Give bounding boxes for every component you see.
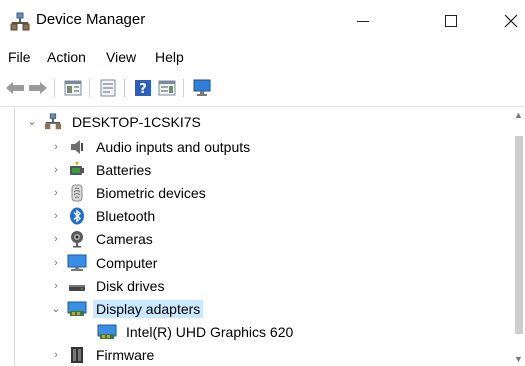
chevron-right-icon[interactable]: ›	[49, 187, 63, 199]
tree-item-bluetooth[interactable]: › Bluetooth	[49, 204, 158, 227]
disk-drive-icon	[67, 277, 87, 295]
menu-view[interactable]: View	[106, 49, 136, 65]
help-button[interactable]: ?	[132, 77, 154, 99]
tree-item-computer[interactable]: › Computer	[49, 251, 160, 274]
tree-item-cameras[interactable]: › Cameras	[49, 227, 156, 250]
back-arrow-icon	[6, 82, 24, 94]
scroll-up-icon[interactable]: ▲	[513, 110, 524, 120]
menu-action[interactable]: Action	[47, 49, 86, 65]
back-button[interactable]	[4, 77, 26, 99]
action-pane-icon	[158, 80, 176, 96]
tree-item-label: Bluetooth	[96, 207, 156, 224]
action-pane-button[interactable]	[156, 77, 178, 99]
tree-item-label: Cameras	[96, 230, 153, 247]
device-manager-icon	[10, 12, 30, 32]
tree-item-display-adapters[interactable]: ⌄ Display adapters	[49, 297, 204, 320]
maximize-button[interactable]	[428, 0, 474, 42]
forward-button[interactable]	[27, 77, 49, 99]
chevron-right-icon[interactable]: ›	[49, 210, 63, 222]
menu-help[interactable]: Help	[155, 49, 184, 65]
chevron-right-icon[interactable]: ›	[49, 349, 63, 361]
bluetooth-icon	[67, 207, 87, 225]
help-icon: ?	[135, 80, 151, 97]
svg-text:?: ?	[139, 82, 147, 97]
minimize-icon	[357, 20, 369, 22]
scrollbar-thumb[interactable]	[515, 136, 523, 334]
toolbar-separator	[54, 79, 55, 97]
tree-item-label: Biometric devices	[96, 184, 206, 201]
properties-button[interactable]	[97, 77, 119, 99]
chevron-right-icon[interactable]: ›	[49, 257, 63, 269]
window-title: Device Manager	[36, 11, 146, 28]
toolbar-separator	[89, 79, 90, 97]
tree-item-disk-drives[interactable]: › Disk drives	[49, 274, 167, 297]
title-bar: Device Manager	[0, 0, 525, 42]
chevron-down-icon[interactable]: ⌄	[49, 302, 63, 315]
battery-icon	[67, 161, 87, 179]
tree-item-label: Disk drives	[96, 277, 165, 294]
speaker-icon	[67, 138, 87, 156]
tree-item-intel-uhd[interactable]: Intel(R) UHD Graphics 620	[93, 320, 296, 343]
vertical-scrollbar[interactable]: ▲ ▼	[512, 108, 525, 366]
display-adapter-icon	[67, 300, 87, 318]
toolbar-divider	[0, 106, 525, 107]
toolbar: ?	[0, 74, 525, 104]
close-button[interactable]	[488, 0, 525, 42]
tree-item-label: Intel(R) UHD Graphics 620	[126, 323, 294, 340]
tree-root[interactable]: ⌄ DESKTOP-1CSKI7S	[25, 110, 204, 133]
device-manager-icon	[43, 112, 63, 131]
close-icon	[504, 14, 518, 28]
camera-icon	[67, 230, 87, 248]
chevron-down-icon[interactable]: ⌄	[25, 115, 39, 128]
chevron-right-icon[interactable]: ›	[49, 233, 63, 245]
forward-arrow-icon	[29, 82, 47, 94]
computer-icon	[67, 254, 87, 272]
fingerprint-icon	[67, 184, 87, 202]
monitor-icon	[193, 79, 211, 96]
maximize-icon	[445, 15, 457, 27]
tree-item-label: Audio inputs and outputs	[96, 138, 251, 155]
tree-item-label: Computer	[96, 254, 158, 271]
display-adapter-icon	[97, 323, 117, 341]
tree-item-label: Firmware	[96, 346, 155, 363]
minimize-button[interactable]	[340, 0, 386, 42]
properties-icon	[100, 79, 116, 97]
toolbar-separator	[124, 79, 125, 97]
scan-hardware-button[interactable]	[191, 77, 213, 99]
menu-bar: File Action View Help	[0, 44, 525, 70]
chevron-right-icon[interactable]: ›	[49, 164, 63, 176]
scroll-down-icon[interactable]: ▼	[513, 354, 524, 364]
show-hide-console-tree-button[interactable]	[62, 77, 84, 99]
show-hide-console-tree-icon	[64, 80, 82, 96]
tree-item-biometric[interactable]: › Biometric devices	[49, 181, 209, 204]
tree-item-label: Display adapters	[93, 299, 204, 318]
tree-item-label: Batteries	[96, 161, 152, 178]
device-tree[interactable]: ⌄ DESKTOP-1CSKI7S › Audio inputs and out…	[14, 108, 514, 366]
chevron-right-icon[interactable]: ›	[49, 141, 63, 153]
toolbar-separator	[183, 79, 184, 97]
firmware-icon	[67, 346, 87, 364]
chevron-right-icon[interactable]: ›	[49, 280, 63, 292]
tree-item-audio[interactable]: › Audio inputs and outputs	[49, 135, 253, 158]
tree-item-firmware[interactable]: › Firmware	[49, 343, 157, 366]
tree-item-batteries[interactable]: › Batteries	[49, 158, 154, 181]
tree-root-label: DESKTOP-1CSKI7S	[72, 113, 201, 130]
menu-file[interactable]: File	[8, 49, 31, 65]
